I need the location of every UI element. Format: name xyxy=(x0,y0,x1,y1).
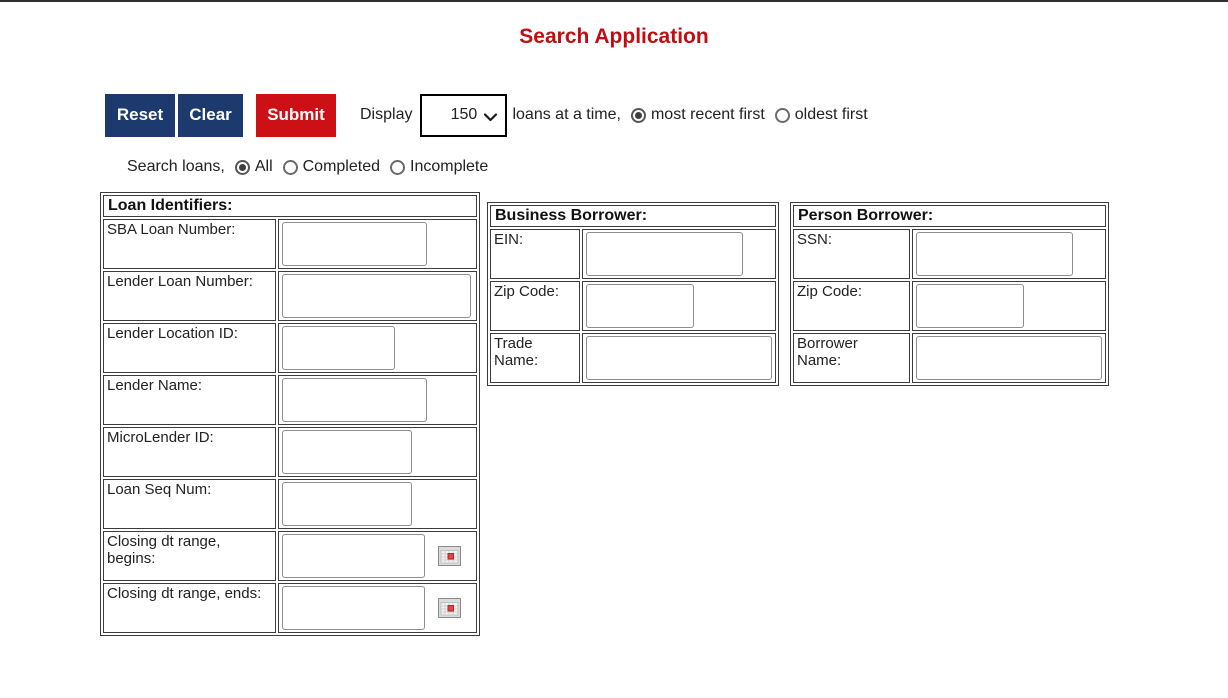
ein-input[interactable] xyxy=(586,232,743,276)
radio-incomplete-label[interactable]: Incomplete xyxy=(410,158,488,176)
borrower-name-input[interactable] xyxy=(916,336,1102,380)
table-row: SBA Loan Number: xyxy=(103,219,477,269)
business-zip-code-label: Zip Code: xyxy=(490,281,580,331)
top-border-line xyxy=(0,0,1228,2)
closing-dt-ends-calendar-button[interactable] xyxy=(438,598,461,618)
person-zip-code-input[interactable] xyxy=(916,284,1024,328)
search-loans-label: Search loans, xyxy=(127,158,225,176)
ein-label: EIN: xyxy=(490,229,580,279)
radio-completed-label[interactable]: Completed xyxy=(303,158,380,176)
table-row: Zip Code: xyxy=(793,281,1106,331)
lender-loan-number-label: Lender Loan Number: xyxy=(103,271,276,321)
table-row: Closing dt range, begins: xyxy=(103,531,477,581)
scope-option-completed[interactable]: Completed xyxy=(283,158,380,176)
closing-dt-ends-label: Closing dt range, ends: xyxy=(103,583,276,633)
radio-incomplete[interactable] xyxy=(390,160,405,175)
radio-all-label[interactable]: All xyxy=(255,158,273,176)
radio-most-recent-first-label[interactable]: most recent first xyxy=(651,106,765,124)
lender-loan-number-input[interactable] xyxy=(282,274,471,318)
toolbar: Reset Clear Submit Display 150 loans at … xyxy=(105,93,878,137)
calendar-icon xyxy=(438,598,461,618)
display-count-select[interactable]: 150 xyxy=(420,94,507,137)
sba-loan-number-input[interactable] xyxy=(282,222,427,266)
closing-dt-begins-input[interactable] xyxy=(282,534,425,578)
loan-identifiers-panel: Loan Identifiers: SBA Loan Number: Lende… xyxy=(100,192,480,636)
table-row: Lender Name: xyxy=(103,375,477,425)
table-row: Lender Location ID: xyxy=(103,323,477,373)
loan-seq-num-input[interactable] xyxy=(282,482,412,526)
clear-button[interactable]: Clear xyxy=(178,94,243,137)
scope-option-all[interactable]: All xyxy=(235,158,273,176)
closing-dt-ends-input[interactable] xyxy=(282,586,425,630)
business-borrower-panel: Business Borrower: EIN: Zip Code: Trade … xyxy=(487,202,779,386)
closing-dt-begins-label: Closing dt range, begins: xyxy=(103,531,276,581)
trade-name-input[interactable] xyxy=(586,336,772,380)
radio-all[interactable] xyxy=(235,160,250,175)
page: Search Application Reset Clear Submit Di… xyxy=(0,0,1228,698)
lender-location-id-input[interactable] xyxy=(282,326,395,370)
table-row: MicroLender ID: xyxy=(103,427,477,477)
ssn-input[interactable] xyxy=(916,232,1073,276)
radio-most-recent-first[interactable] xyxy=(631,108,646,123)
order-option-oldest[interactable]: oldest first xyxy=(775,106,868,124)
sba-loan-number-label: SBA Loan Number: xyxy=(103,219,276,269)
display-count-value: 150 xyxy=(451,106,478,124)
display-label: Display xyxy=(360,106,412,124)
business-borrower-header: Business Borrower: xyxy=(490,205,776,227)
submit-button[interactable]: Submit xyxy=(256,94,336,137)
lender-name-input[interactable] xyxy=(282,378,427,422)
business-zip-code-input[interactable] xyxy=(586,284,694,328)
table-row: Trade Name: xyxy=(490,333,776,383)
person-borrower-header: Person Borrower: xyxy=(793,205,1106,227)
table-row: Zip Code: xyxy=(490,281,776,331)
reset-button[interactable]: Reset xyxy=(105,94,175,137)
loan-seq-num-label: Loan Seq Num: xyxy=(103,479,276,529)
person-borrower-panel: Person Borrower: SSN: Zip Code: Borrower… xyxy=(790,202,1109,386)
table-row: EIN: xyxy=(490,229,776,279)
table-row: Borrower Name: xyxy=(793,333,1106,383)
trade-name-label: Trade Name: xyxy=(490,333,580,383)
table-row: SSN: xyxy=(793,229,1106,279)
loans-at-a-time-label: loans at a time, xyxy=(512,106,621,124)
closing-dt-begins-calendar-button[interactable] xyxy=(438,546,461,566)
radio-oldest-first[interactable] xyxy=(775,108,790,123)
loan-identifiers-header: Loan Identifiers: xyxy=(103,195,477,217)
ssn-label: SSN: xyxy=(793,229,910,279)
microlender-id-input[interactable] xyxy=(282,430,412,474)
borrower-name-label: Borrower Name: xyxy=(793,333,910,383)
microlender-id-label: MicroLender ID: xyxy=(103,427,276,477)
radio-oldest-first-label[interactable]: oldest first xyxy=(795,106,868,124)
order-option-most-recent[interactable]: most recent first xyxy=(631,106,765,124)
scope-option-incomplete[interactable]: Incomplete xyxy=(390,158,488,176)
person-zip-code-label: Zip Code: xyxy=(793,281,910,331)
radio-completed[interactable] xyxy=(283,160,298,175)
table-row: Lender Loan Number: xyxy=(103,271,477,321)
calendar-icon xyxy=(438,546,461,566)
table-row: Closing dt range, ends: xyxy=(103,583,477,633)
search-scope-row: Search loans, All Completed Incomplete xyxy=(127,155,498,179)
lender-name-label: Lender Name: xyxy=(103,375,276,425)
page-title: Search Application xyxy=(0,0,1228,49)
table-row: Loan Seq Num: xyxy=(103,479,477,529)
lender-location-id-label: Lender Location ID: xyxy=(103,323,276,373)
chevron-down-icon xyxy=(484,113,497,122)
